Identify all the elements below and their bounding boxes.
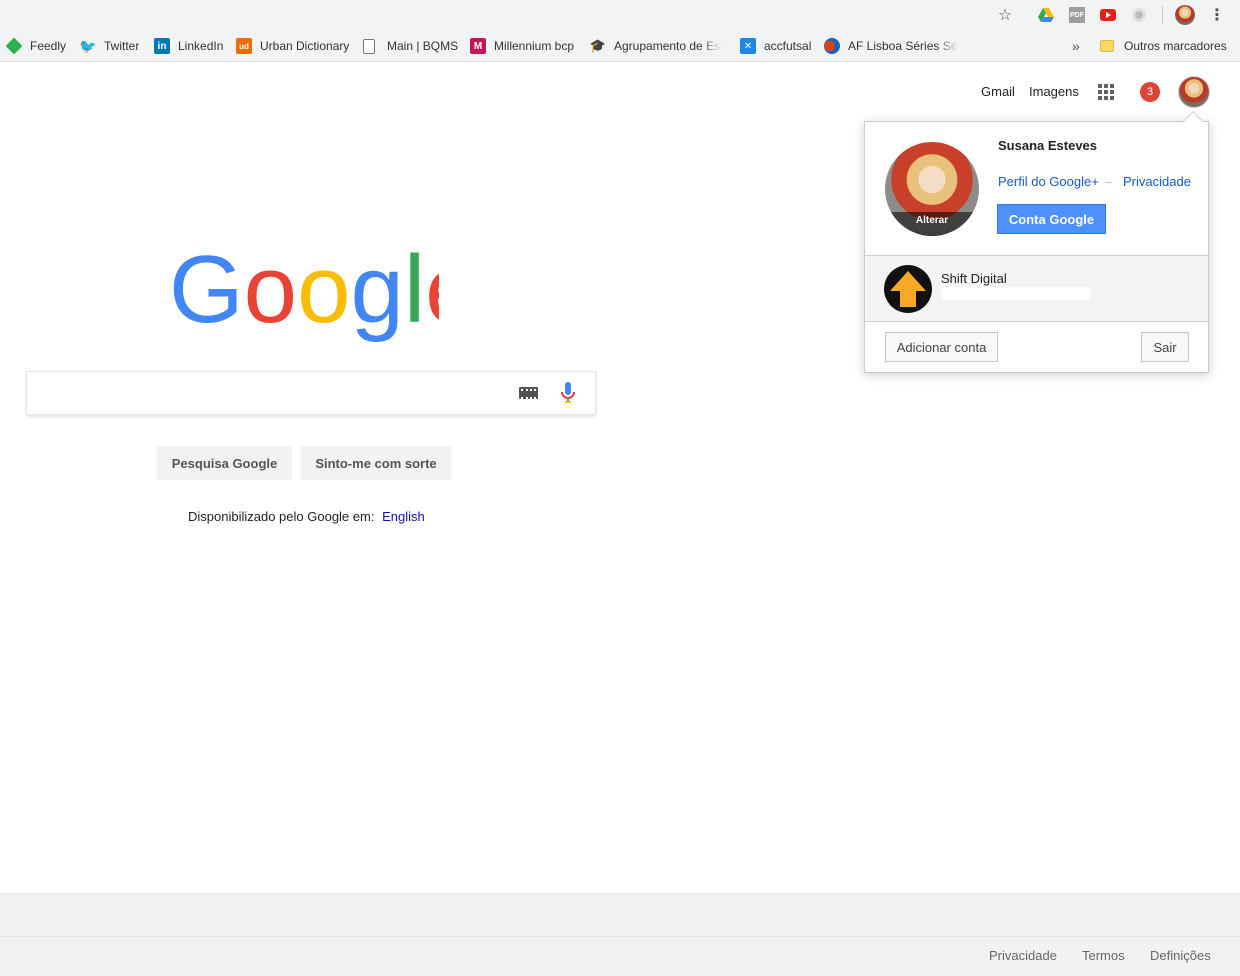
privacy-link[interactable]: Privacidade — [1123, 174, 1191, 189]
other-account-row[interactable]: Shift Digital — [865, 255, 1208, 322]
feedly-icon — [5, 37, 23, 55]
google-account-button[interactable]: Conta Google — [997, 204, 1106, 234]
graduation-cap-icon: 🎓 — [589, 38, 607, 53]
bookmark-main-bqms[interactable]: Main | BQMS — [363, 36, 458, 56]
other-account-name: Shift Digital — [941, 271, 1007, 286]
sign-out-button[interactable]: Sair — [1141, 332, 1189, 362]
google-search-button[interactable]: Pesquisa Google — [157, 446, 292, 480]
google-plus-profile-link[interactable]: Perfil do Google+ — [998, 174, 1099, 189]
images-link[interactable]: Imagens — [1029, 84, 1079, 99]
language-offer: Disponibilizado pelo Google em: English — [188, 509, 425, 524]
shift-digital-avatar — [884, 265, 932, 313]
extension-icon[interactable] — [1129, 5, 1149, 25]
profile-icon[interactable] — [1175, 5, 1195, 25]
notifications-badge[interactable]: 3 — [1140, 82, 1160, 102]
footer-settings-link[interactable]: Definições — [1150, 948, 1211, 963]
bookmark-urban-dictionary[interactable]: ud Urban Dictionary — [236, 36, 349, 56]
bookmark-linkedin[interactable]: in LinkedIn — [154, 36, 223, 56]
microphone-icon[interactable] — [561, 382, 575, 404]
bookmark-af-lisboa[interactable]: AF Lisboa Séries Sér — [824, 36, 958, 56]
af-lisboa-icon — [824, 38, 840, 54]
bookmark-feedly[interactable]: Feedly — [5, 36, 66, 56]
linkedin-icon: in — [154, 38, 170, 54]
menu-icon[interactable]: ⋮ — [1207, 5, 1227, 25]
search-input[interactable] — [39, 380, 499, 406]
offered-in-text: Disponibilizado pelo Google em: — [188, 509, 375, 524]
urban-dictionary-icon: ud — [236, 38, 252, 54]
gmail-link[interactable]: Gmail — [981, 84, 1015, 99]
accfutsal-icon: ✕ — [740, 38, 756, 54]
bookmark-other-folder[interactable]: Outros marcadores — [1100, 36, 1227, 56]
account-avatar[interactable] — [1178, 76, 1210, 108]
footer-privacy-link[interactable]: Privacidade — [989, 948, 1057, 963]
redacted-email — [941, 287, 1091, 300]
bookmark-accfutsal[interactable]: ✕ accfutsal — [740, 36, 811, 56]
millennium-icon: M — [470, 38, 486, 54]
bookmarks-overflow-button[interactable]: » — [1072, 36, 1080, 56]
english-link[interactable]: English — [382, 509, 425, 524]
toolbar-divider — [1162, 6, 1163, 24]
footer-divider — [0, 936, 1240, 937]
add-account-button[interactable]: Adicionar conta — [885, 332, 998, 362]
browser-toolbar: ☆ PDF ⋮ — [0, 0, 1240, 30]
star-icon[interactable]: ☆ — [995, 5, 1015, 25]
account-name: Susana Esteves — [998, 138, 1098, 153]
feeling-lucky-button[interactable]: Sinto-me com sorte — [301, 446, 451, 480]
bookmarks-bar: Feedly 🐦 Twitter in LinkedIn ud Urban Di… — [0, 30, 1240, 62]
footer-terms-link[interactable]: Termos — [1082, 948, 1125, 963]
page-icon — [363, 38, 375, 54]
change-photo-label[interactable]: Alterar — [885, 212, 979, 236]
link-separator: – — [1105, 174, 1113, 189]
google-logo: Google — [169, 244, 439, 343]
apps-grid-icon[interactable] — [1098, 84, 1114, 100]
search-box[interactable] — [26, 371, 596, 415]
bookmark-millennium[interactable]: M Millennium bcp — [470, 36, 574, 56]
bookmark-twitter[interactable]: 🐦 Twitter — [79, 36, 139, 56]
google-drive-icon[interactable] — [1036, 5, 1056, 25]
footer: Privacidade Termos Definições — [0, 893, 1240, 976]
keyboard-icon[interactable] — [519, 387, 538, 399]
twitter-icon: 🐦 — [79, 37, 97, 54]
account-popup: Alterar Susana Esteves Perfil do Google+… — [864, 121, 1209, 373]
folder-icon — [1100, 40, 1114, 52]
pdf-icon[interactable]: PDF — [1067, 5, 1087, 25]
bookmark-agrupamento[interactable]: 🎓 Agrupamento de Esc — [590, 36, 722, 56]
svg-text:Google: Google — [169, 244, 439, 343]
youtube-icon[interactable] — [1098, 5, 1118, 25]
profile-photo[interactable]: Alterar — [885, 142, 979, 236]
